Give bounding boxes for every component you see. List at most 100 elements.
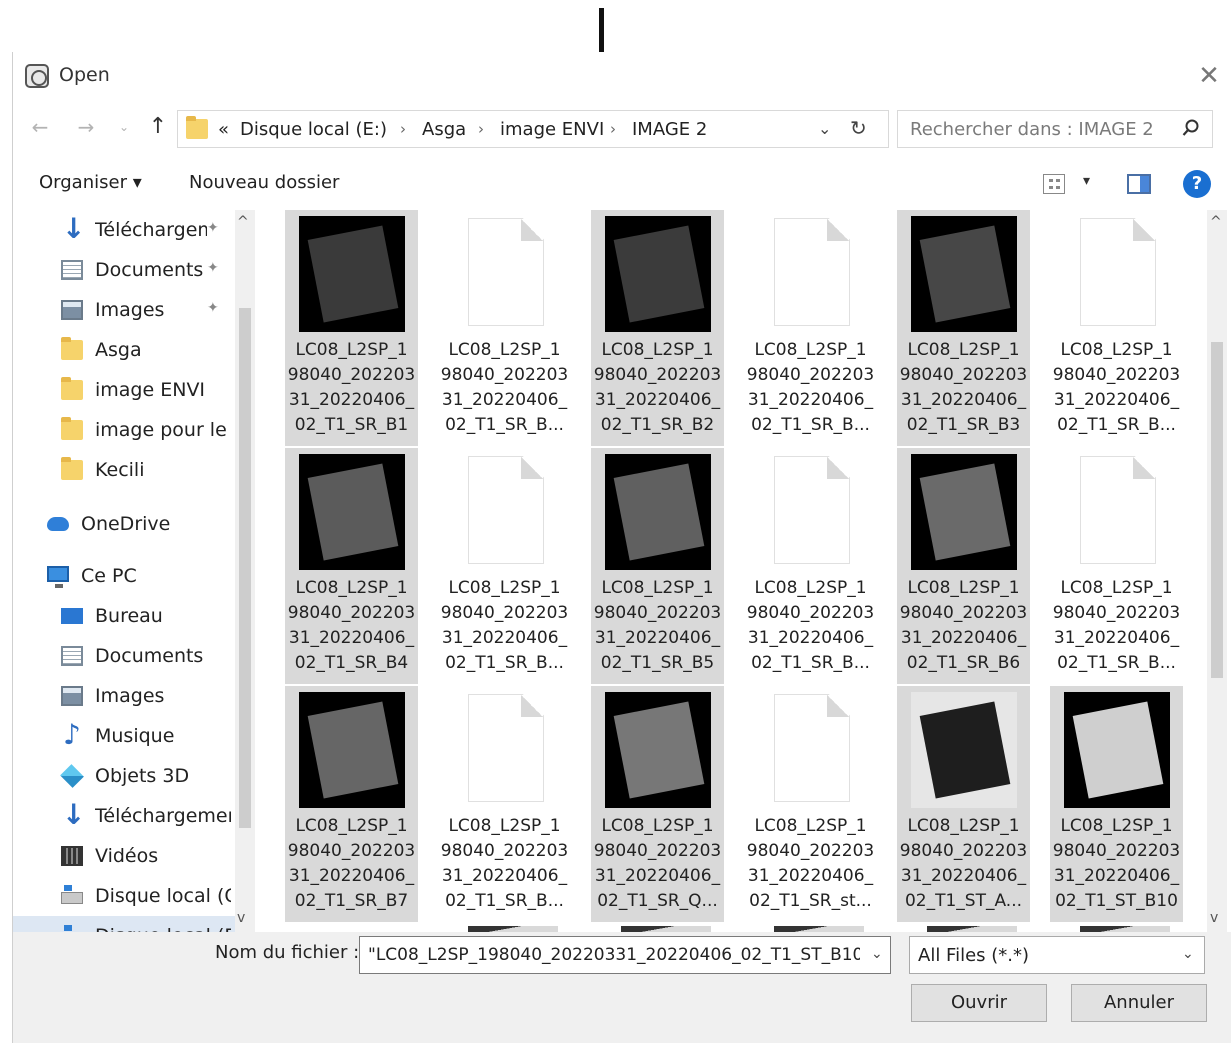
breadcrumb-overflow[interactable]: « [218,119,229,140]
pin-icon: ✦ [207,300,219,316]
forward-button[interactable]: → [71,112,101,142]
file-item[interactable]: LC08_L2SP_1 98040_202203 31_20220406_ 02… [591,686,724,922]
file-type-dropdown-icon[interactable]: ⌄ [1182,946,1194,962]
file-item[interactable]: LC08_L2SP_1 98040_202203 31_20220406_ 02… [897,448,1030,684]
documents-icon [61,646,83,666]
recent-locations-button[interactable]: ⌄ [115,112,133,142]
sidebar-item-image-envi[interactable]: image ENVI [13,370,235,410]
sidebar-item-disque-local-c[interactable]: Disque local (C:) [13,876,235,916]
file-item[interactable]: LC08_L2SP_1 98040_202203 31_20220406_ 02… [744,686,877,922]
scroll-down-arrow[interactable]: v [237,910,245,926]
videos-icon [61,846,83,866]
new-folder-button[interactable]: Nouveau dossier [189,172,339,193]
preview-pane-icon[interactable] [1127,174,1151,194]
sidebar-item-t-l-chargeme[interactable]: Téléchargeme✦ [13,210,235,250]
search-icon[interactable] [1182,119,1200,137]
folder-icon [61,457,83,480]
scroll-down-arrow[interactable]: v [1210,910,1218,926]
change-view-icon[interactable] [1043,174,1065,194]
sidebar-item-label: Ce PC [81,565,137,587]
scroll-up-arrow[interactable]: ^ [1210,214,1222,230]
file-name: LC08_L2SP_1 98040_202203 31_20220406_ 02… [440,340,569,435]
sidebar-item-label: Disque local (E:) [95,925,231,932]
breadcrumb-separator[interactable]: › [478,120,484,138]
breadcrumb-image-envi[interactable]: image ENVI [500,119,604,140]
open-button[interactable]: Ouvrir [911,984,1047,1022]
scrollbar-thumb[interactable] [1211,342,1223,678]
download-icon [61,212,85,245]
sidebar-item-label: Téléchargements [95,805,231,827]
file-name: LC08_L2SP_1 98040_202203 31_20220406_ 02… [440,578,569,673]
address-dropdown-button[interactable]: ⌄ [818,119,831,138]
file-item[interactable]: LC08_L2SP_1 98040_202203 31_20220406_ 02… [744,210,877,446]
sidebar-item-vid-os[interactable]: Vidéos [13,836,235,876]
desktop-icon [61,608,83,624]
filename-dropdown-button[interactable]: ⌄ [871,946,883,962]
file-item[interactable]: LC08_L2SP_1 98040_202203 31_20220406_ 02… [438,210,571,446]
scroll-up-arrow[interactable]: ^ [237,214,249,230]
refresh-button[interactable]: ↻ [850,116,867,140]
sidebar-item-images[interactable]: Images ✦ [13,290,235,330]
up-folder-button[interactable]: ↑ [143,112,173,142]
breadcrumb-disque-e[interactable]: Disque local (E:) [240,119,387,140]
close-button[interactable]: ✕ [1189,58,1229,94]
file-icon [774,218,850,326]
file-item[interactable]: LC08_L2SP_1 98040_202203 31_20220406_ 02… [1050,448,1183,684]
file-item[interactable]: LC08_L2SP_1 98040_202203 31_20220406_ 02… [1050,210,1183,446]
file-type-select[interactable]: All Files (*.*) ⌄ [909,936,1205,974]
filename-input[interactable] [359,936,891,974]
breadcrumb-image-2[interactable]: IMAGE 2 [632,119,707,140]
sidebar-item-disque-local-e[interactable]: Disque local (E:) [13,916,235,932]
file-item[interactable]: LC08_L2SP_1 98040_202203 31_20220406_ 02… [1050,686,1183,922]
drive-icon [61,885,83,904]
sidebar-item-label: Images [95,685,165,707]
sidebar-item-documents[interactable]: Documents [13,636,235,676]
title-bar: Open ✕ [13,52,1231,100]
sidebar-item-asga[interactable]: Asga [13,330,235,370]
search-input[interactable]: Rechercher dans : IMAGE 2 [897,110,1213,148]
sidebar-item-label: Objets 3D [95,765,190,787]
sidebar-item-kecili[interactable]: Kecili [13,450,235,490]
breadcrumb-separator[interactable]: › [400,120,406,138]
open-dialog: Open ✕ ← → ⌄ ↑ « Disque local (E:) › Asg… [12,52,1231,1043]
file-item[interactable]: LC08_L2SP_1 98040_202203 31_20220406_ 02… [285,210,418,446]
sidebar-item-t-l-chargements[interactable]: Téléchargements [13,796,235,836]
navigation-bar: ← → ⌄ ↑ « Disque local (E:) › Asga › ima… [13,104,1231,150]
breadcrumb-separator[interactable]: › [610,120,616,138]
sidebar-item-musique[interactable]: Musique [13,716,235,756]
file-list-scrollbar[interactable]: ^ v [1207,210,1227,932]
sidebar-item-images[interactable]: Images [13,676,235,716]
file-item[interactable]: LC08_L2SP_1 98040_202203 31_20220406_ 02… [591,210,724,446]
sidebar-item-onedrive[interactable]: OneDrive [13,504,235,544]
sidebar-item-objets-3d[interactable]: Objets 3D [13,756,235,796]
file-name: LC08_L2SP_1 98040_202203 31_20220406_ 02… [440,816,569,911]
satellite-image-preview [613,463,705,561]
sidebar-item-documents[interactable]: Documents ✦ [13,250,235,290]
file-item[interactable]: LC08_L2SP_1 98040_202203 31_20220406_ 02… [285,686,418,922]
scrollbar-thumb[interactable] [239,308,251,828]
image-thumbnail [911,216,1017,332]
file-item[interactable]: LC08_L2SP_1 98040_202203 31_20220406_ 02… [285,448,418,684]
sidebar-item-image-pour-le-m[interactable]: image pour le m [13,410,235,450]
address-bar[interactable]: « Disque local (E:) › Asga › image ENVI … [177,110,889,148]
back-button[interactable]: ← [25,112,55,142]
navigation-pane-scrollbar[interactable]: ^ v [235,210,255,932]
file-item[interactable]: LC08_L2SP_1 98040_202203 31_20220406_ 02… [897,686,1030,922]
sidebar-item-label: Bureau [95,605,163,627]
organise-button[interactable]: Organiser ▾ [39,172,142,193]
file-item[interactable]: LC08_L2SP_1 98040_202203 31_20220406_ 02… [897,210,1030,446]
breadcrumb-asga[interactable]: Asga [422,119,466,140]
file-item[interactable]: LC08_L2SP_1 98040_202203 31_20220406_ 02… [438,448,571,684]
satellite-image-preview [919,701,1011,799]
view-options-dropdown[interactable]: ▾ [1083,173,1090,189]
file-item[interactable]: LC08_L2SP_1 98040_202203 31_20220406_ 02… [438,686,571,922]
file-name: LC08_L2SP_1 98040_202203 31_20220406_ 02… [899,816,1028,911]
folder-icon [61,417,83,440]
sidebar-item-ce-pc[interactable]: Ce PC [13,556,235,596]
file-item[interactable]: LC08_L2SP_1 98040_202203 31_20220406_ 02… [744,448,877,684]
sidebar-item-bureau[interactable]: Bureau [13,596,235,636]
file-item[interactable]: LC08_L2SP_1 98040_202203 31_20220406_ 02… [591,448,724,684]
help-icon[interactable]: ? [1183,170,1211,198]
cancel-button[interactable]: Annuler [1071,984,1207,1022]
satellite-image-preview [613,225,705,323]
